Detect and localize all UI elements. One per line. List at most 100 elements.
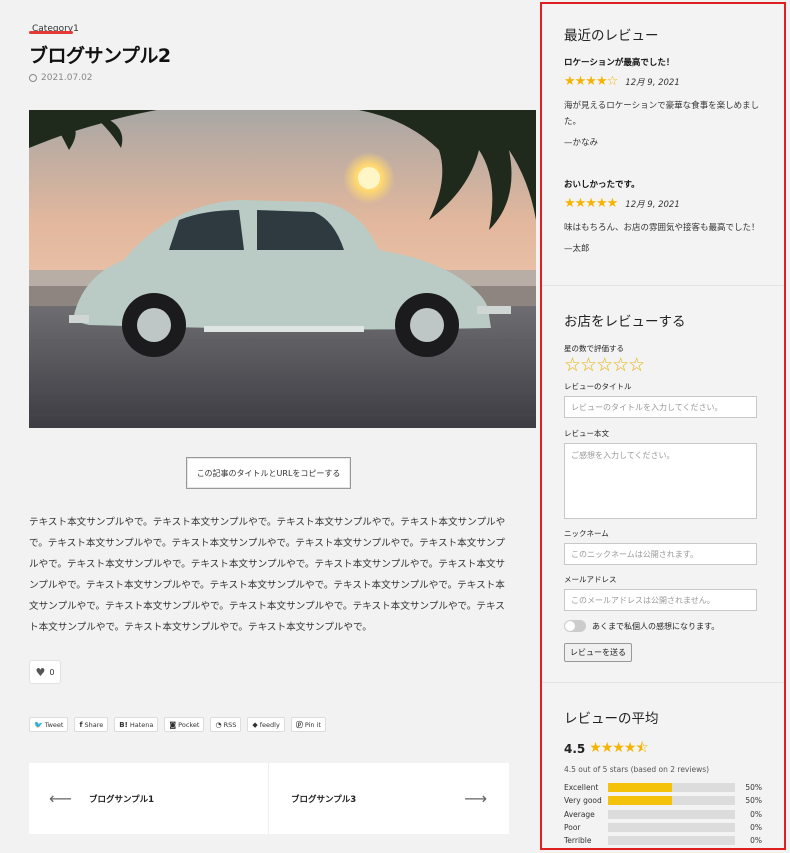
review-sidebar: 最近のレビュー ロケーションが最高でした！ ★★★★☆ 12月 9, 2021 … [540,2,786,850]
post-date: 2021.07.02 [29,73,93,83]
breakdown-bar [608,796,735,806]
rating-breakdown: Excellent 50% Very good 50% Average 0% P… [564,781,762,847]
submit-review-button[interactable]: レビューを送る [564,643,632,662]
review-title: おいしかったです。 [564,180,640,190]
post-date-text: 2021.07.02 [41,73,93,83]
share-hatena-button[interactable]: B! Hatena [114,717,159,732]
consent-toggle[interactable] [564,620,586,632]
next-post-title: ブログサンプル3 [291,794,357,805]
breakdown-row: Excellent 50% [564,781,762,794]
arrow-left-icon: ⟵ [49,789,72,808]
breakdown-row: Very good 50% [564,794,762,807]
breakdown-bar [608,809,735,819]
email-label: メールアドレス [564,575,617,584]
breakdown-bar [608,783,735,793]
breakdown-percent: 0% [750,823,762,833]
recent-reviews-widget: 最近のレビュー ロケーションが最高でした！ ★★★★☆ 12月 9, 2021 … [542,4,784,285]
review-rating-stars: ★★★★☆ [564,74,618,89]
pinterest-icon: ⓟ [295,720,303,729]
review-body: 味はもちろん、お店の雰囲気や接客も最高でした！ [564,223,760,233]
rating-label: 星の数で評価する [564,344,624,353]
recent-reviews-title: 最近のレビュー [564,28,659,44]
share-pinterest-button[interactable]: ⓟ Pin it [290,717,326,732]
average-title: レビューの平均 [564,711,659,727]
like-count: 0 [49,667,55,677]
consent-label: あくまで私個人の感想になります。 [592,621,720,631]
breakdown-fill [608,796,672,806]
feedly-icon: ◆ [252,720,258,729]
category-underline [29,31,73,34]
consent-row: あくまで私個人の感想になります。 [564,620,762,632]
review-item: おいしかったです。 ★★★★★ 12月 9, 2021 味はもちろん、お店の雰囲… [564,178,762,254]
nickname-label: ニックネーム [564,529,609,538]
car-on-beach-image [29,110,536,428]
share-label: Hatena [129,720,154,729]
breakdown-label: Very good [564,796,602,806]
review-title-input[interactable]: レビューのタイトルを入力してください。 [564,396,757,418]
review-title: ロケーションが最高でした！ [564,58,675,68]
review-form-widget: お店をレビューする 星の数で評価する ☆☆☆☆☆ レビューのタイトル レビューの… [542,285,784,682]
review-author: —かなみ [564,138,599,148]
heart-icon: ♥ [35,665,46,679]
share-rss-button[interactable]: ◔ RSS [210,717,242,732]
share-twitter-button[interactable]: 🐦 Tweet [29,717,69,732]
average-score: 4.5 [564,742,586,756]
share-facebook-button[interactable]: f Share [74,717,109,732]
share-pocket-button[interactable]: ◙ Pocket [164,717,205,732]
share-label: RSS [223,720,237,729]
breakdown-label: Terrible [564,836,592,846]
review-form-title: お店をレビューする [564,314,686,330]
like-button[interactable]: ♥ 0 [29,660,61,684]
share-label: Share [84,720,104,729]
post-pagination: ⟵ ブログサンプル1 ブログサンプル3 ⟶ [29,763,509,834]
breakdown-label: Average [564,809,595,819]
review-body-textarea[interactable]: ご感想を入力してください。 [564,443,757,519]
review-date: 12月 9, 2021 [625,77,680,88]
breakdown-row: Poor 0% [564,821,762,834]
review-title-label: レビューのタイトル [564,382,632,391]
share-buttons: 🐦 Tweet f Share B! Hatena ◙ Pocket ◔ RSS ◆ fee… [29,717,326,732]
average-summary: 4.5 out of 5 stars (based on 2 reviews) [564,765,710,774]
prev-post-title: ブログサンプル1 [88,794,155,805]
pocket-icon: ◙ [169,720,177,729]
review-date: 12月 9, 2021 [625,199,680,210]
share-label: feedly [259,720,280,729]
review-body: 海が見えるロケーションで豪華な食事を楽しめました。 [564,101,760,127]
breakdown-label: Excellent [564,783,599,793]
share-feedly-button[interactable]: ◆ feedly [247,717,285,732]
arrow-right-icon: ⟶ [464,789,487,808]
breakdown-row: Terrible 0% [564,834,762,847]
breakdown-percent: 0% [750,809,762,819]
review-body-label: レビュー本文 [564,429,609,438]
article-body: テキスト本文サンプルやで。テキスト本文サンプルやで。テキスト本文サンプルやで。テ… [29,517,506,633]
rating-star-input[interactable]: ☆☆☆☆☆ [564,356,762,375]
breakdown-row: Average 0% [564,808,762,821]
prev-post-link[interactable]: ⟵ ブログサンプル1 [29,763,269,834]
rss-icon: ◔ [215,720,222,729]
copy-title-url-button[interactable]: この記事のタイトルとURLをコピーする [186,457,351,489]
clock-icon [29,74,37,82]
share-label: Pin it [304,720,321,729]
article: Category1 ブログサンプル2 2021.07.02 この記事のタイトルと… [0,0,540,853]
breakdown-percent: 50% [745,796,762,806]
email-input[interactable]: このメールアドレスは公開されません。 [564,589,757,611]
review-author: —太郎 [564,244,590,254]
average-rating-widget: レビューの平均 4.5 ★★★★⯪ 4.5 out of 5 stars (ba… [542,682,784,847]
nickname-input[interactable]: このニックネームは公開されます。 [564,543,757,565]
next-post-link[interactable]: ブログサンプル3 ⟶ [269,763,509,834]
breakdown-percent: 50% [745,783,762,793]
facebook-icon: f [79,720,83,729]
breakdown-label: Poor [564,823,581,833]
page-title: ブログサンプル2 [29,45,171,67]
breakdown-fill [608,783,672,793]
hatena-icon: B! [119,720,128,729]
breakdown-bar [608,823,735,833]
breakdown-percent: 0% [750,836,762,846]
review-rating-stars: ★★★★★ [564,196,618,211]
breakdown-bar [608,836,735,846]
hero-image [29,110,536,428]
review-item: ロケーションが最高でした！ ★★★★☆ 12月 9, 2021 海が見えるロケー… [564,56,762,148]
twitter-icon: 🐦 [34,720,43,729]
share-label: Tweet [44,720,64,729]
average-stars: ★★★★⯪ [589,740,648,756]
